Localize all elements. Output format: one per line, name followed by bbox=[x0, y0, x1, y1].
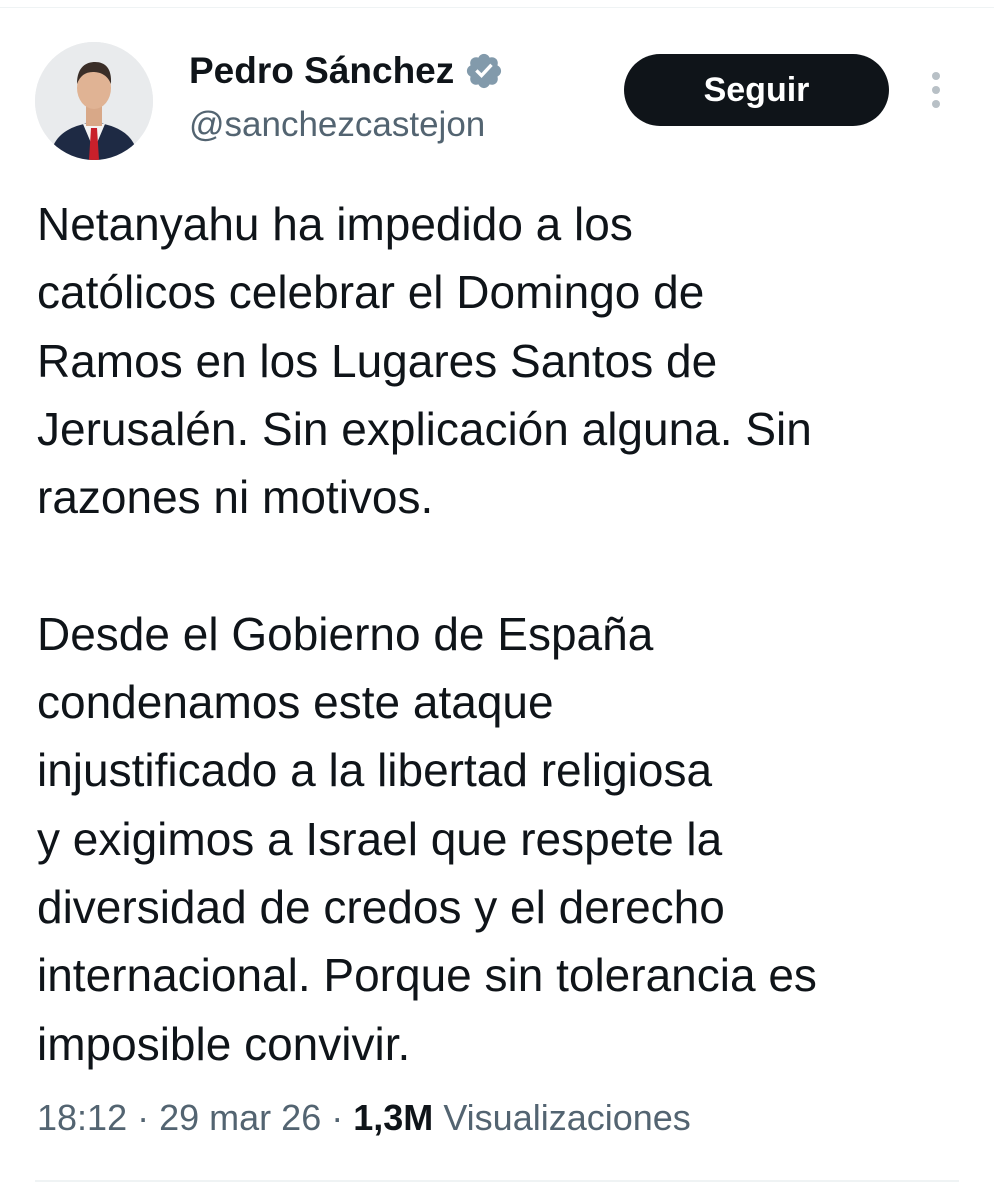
tweet-line: Ramos en los Lugares Santos de bbox=[37, 334, 718, 387]
meta-separator: · bbox=[137, 1097, 150, 1138]
top-divider bbox=[0, 7, 994, 8]
tweet-text: Netanyahu ha impedido a los católicos ce… bbox=[37, 190, 967, 1078]
verified-badge-icon bbox=[467, 53, 502, 89]
author-handle[interactable]: @sanchezcastejon bbox=[189, 102, 485, 148]
tweet-line: imposible convivir. bbox=[37, 1017, 411, 1070]
meta-separator: · bbox=[331, 1097, 344, 1138]
views-label: Visualizaciones bbox=[443, 1097, 691, 1138]
avatar[interactable] bbox=[35, 42, 153, 160]
views-count: 1,3M bbox=[353, 1097, 434, 1138]
tweet-date[interactable]: 29 mar 26 bbox=[159, 1097, 321, 1138]
tweet-line: injustificado a la libertad religiosa bbox=[37, 744, 713, 797]
tweet-line: católicos celebrar el Domingo de bbox=[37, 266, 705, 319]
tweet-meta: 18:12 · 29 mar 26 · 1,3M Visualizaciones bbox=[37, 1094, 691, 1142]
tweet-line: Desde el Gobierno de España bbox=[37, 607, 654, 660]
tweet-line: diversidad de credos y el derecho bbox=[37, 880, 725, 933]
tweet-line: y exigimos a Israel que respete la bbox=[37, 812, 723, 865]
follow-button[interactable]: Seguir bbox=[624, 54, 889, 126]
author-name[interactable]: Pedro Sánchez bbox=[189, 48, 454, 94]
tweet-line: razones ni motivos. bbox=[37, 471, 434, 524]
more-vertical-icon[interactable] bbox=[924, 70, 948, 110]
tweet-line: Netanyahu ha impedido a los bbox=[37, 198, 633, 250]
tweet-time[interactable]: 18:12 bbox=[37, 1097, 127, 1138]
bottom-divider bbox=[35, 1180, 959, 1182]
tweet-line: Jerusalén. Sin explicación alguna. Sin bbox=[37, 402, 812, 455]
avatar-photo bbox=[35, 42, 153, 160]
author-name-row[interactable]: Pedro Sánchez bbox=[189, 48, 504, 94]
tweet-line: condenamos este ataque bbox=[37, 676, 554, 729]
tweet-line: internacional. Porque sin tolerancia es bbox=[37, 949, 817, 1002]
